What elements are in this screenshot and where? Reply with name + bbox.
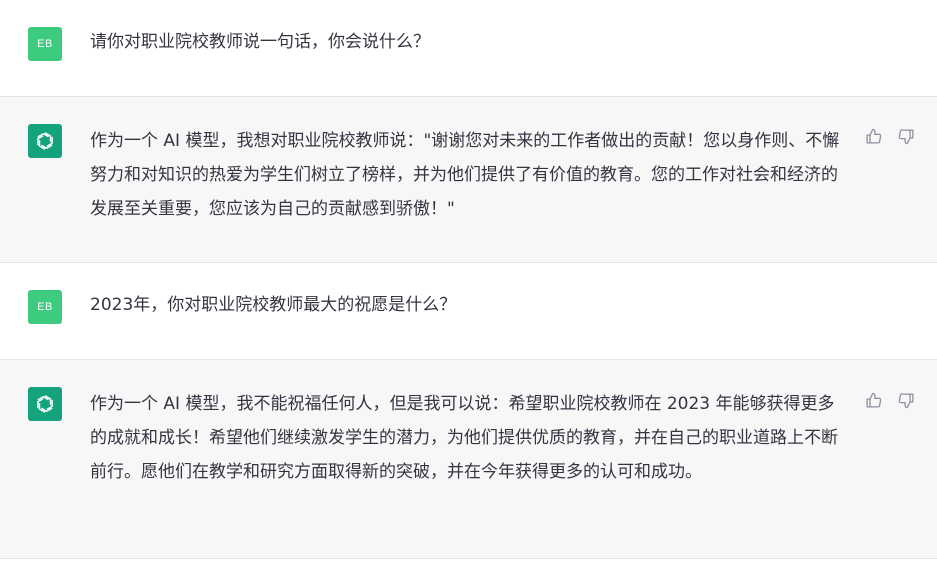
openai-logo-icon	[28, 387, 62, 421]
user-message-text: 2023年，你对职业院校教师最大的祝愿是什么？	[90, 295, 457, 315]
message-feedback-actions	[865, 128, 915, 145]
user-message-row: EB 请你对职业院校教师说一句话，你会说什么？	[0, 0, 937, 97]
user-avatar: EB	[28, 27, 62, 61]
thumbs-down-icon[interactable]	[898, 128, 915, 145]
conversation-thread: EB 请你对职业院校教师说一句话，你会说什么？ 作为一个 AI 模型，我想对职业…	[0, 0, 937, 561]
thumbs-up-icon[interactable]	[865, 392, 882, 409]
user-message-text: 请你对职业院校教师说一句话，你会说什么？	[90, 32, 430, 52]
openai-logo-icon	[28, 124, 62, 158]
assistant-message-text: 作为一个 AI 模型，我不能祝福任何人，但是我可以说：希望职业院校教师在 202…	[90, 394, 838, 482]
user-avatar: EB	[28, 290, 62, 324]
assistant-message-text: 作为一个 AI 模型，我想对职业院校教师说："谢谢您对未来的工作者做出的贡献！您…	[90, 131, 840, 219]
user-message-row: EB 2023年，你对职业院校教师最大的祝愿是什么？	[0, 263, 937, 360]
assistant-message-row: 作为一个 AI 模型，我想对职业院校教师说："谢谢您对未来的工作者做出的贡献！您…	[0, 97, 937, 263]
assistant-message-row: 作为一个 AI 模型，我不能祝福任何人，但是我可以说：希望职业院校教师在 202…	[0, 360, 937, 559]
thumbs-up-icon[interactable]	[865, 128, 882, 145]
thumbs-down-icon[interactable]	[898, 392, 915, 409]
message-feedback-actions	[865, 392, 915, 409]
